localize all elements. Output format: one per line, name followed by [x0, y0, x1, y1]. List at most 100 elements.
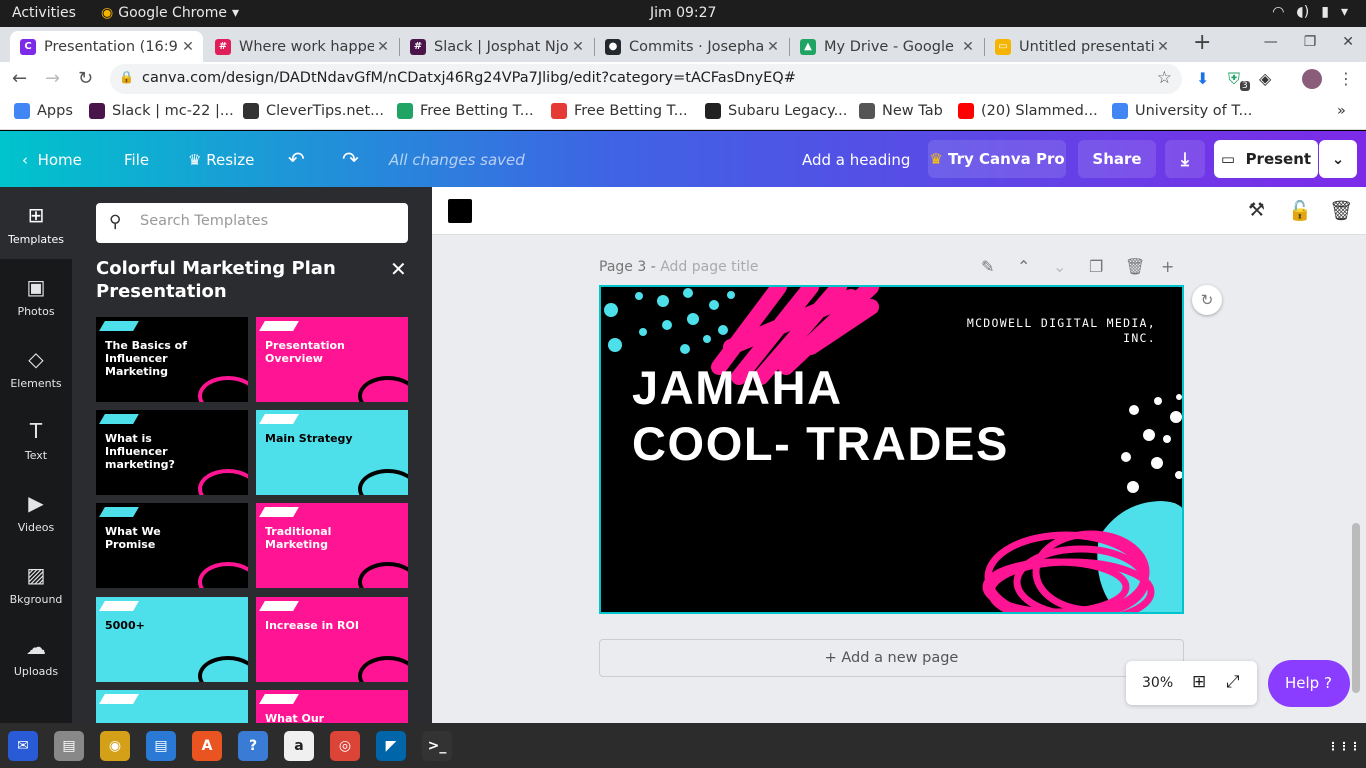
maximize-button[interactable]: ❐	[1304, 34, 1317, 50]
duplicate-page-icon[interactable]: ❐	[1089, 257, 1103, 276]
bookmark-item[interactable]: (20) Slammed...	[958, 103, 1098, 119]
bookmark-item[interactable]: Subaru Legacy...	[705, 103, 847, 119]
present-dropdown-button[interactable]: ⌄	[1319, 140, 1357, 178]
rail-item-text[interactable]: T Text	[0, 403, 72, 475]
rail-item-templates[interactable]: ⊞ Templates	[0, 187, 72, 259]
bookmark-item[interactable]: CleverTips.net...	[243, 103, 384, 119]
rail-item-bkground[interactable]: ▨ Bkground	[0, 547, 72, 619]
template-thumbnail[interactable]: The Basics of Influencer Marketing	[96, 317, 248, 402]
refresh-comments-icon[interactable]: ↻	[1192, 285, 1222, 315]
zoom-level[interactable]: 30%	[1142, 675, 1173, 691]
bookmark-item[interactable]: University of T...	[1112, 103, 1252, 119]
share-button[interactable]: Share	[1078, 140, 1156, 178]
add-heading-button[interactable]: Add a heading	[802, 151, 910, 169]
help-icon[interactable]: ?	[238, 731, 268, 761]
undo-button[interactable]: ↶	[288, 147, 305, 171]
files-icon[interactable]: ▤	[54, 731, 84, 761]
bookmark-item[interactable]: Free Betting T...	[551, 103, 688, 119]
search-templates-input[interactable]: ⚲ Search Templates	[96, 203, 408, 243]
template-thumbnail[interactable]: Traditional Marketing	[256, 503, 408, 588]
template-thumbnail[interactable]: What Our Clients Say	[256, 690, 408, 723]
template-thumbnail[interactable]: Presentation Overview	[256, 317, 408, 402]
close-tab-icon[interactable]: ✕	[569, 39, 587, 55]
activities-button[interactable]: Activities	[12, 5, 76, 21]
clock[interactable]: Jim 09:27	[650, 5, 716, 21]
browser-tab[interactable]: ▲ My Drive - Google Drive✕	[790, 31, 983, 62]
page-title-input[interactable]: Add page title	[660, 259, 758, 275]
present-button[interactable]: ▭ Present	[1214, 140, 1318, 178]
bookmark-item[interactable]: New Tab	[859, 103, 943, 119]
slide-org-name[interactable]: MCDOWELL DIGITAL MEDIA, INC.	[956, 316, 1156, 346]
browser-tab[interactable]: ● Commits · Josephat ✕	[595, 31, 788, 62]
browser-tab[interactable]: ▭ Untitled presentation✕	[985, 31, 1178, 62]
move-up-icon[interactable]: ⌃	[1017, 257, 1030, 276]
reload-button[interactable]: ↻	[78, 68, 93, 89]
cube-extension-icon[interactable]: ◈	[1259, 69, 1271, 88]
shield-extension-icon[interactable]: ⛨ 3	[1228, 69, 1250, 92]
template-thumbnail[interactable]	[96, 690, 248, 723]
chrome-icon[interactable]: ◎	[330, 731, 360, 761]
system-tray[interactable]: ◠ ◖) ▮ ▾	[1272, 4, 1348, 20]
slide-title[interactable]: JAMAHA COOL- TRADES	[632, 360, 1009, 472]
minimize-button[interactable]: —	[1264, 34, 1278, 50]
terminal-icon[interactable]: >_	[422, 731, 452, 761]
fullscreen-icon[interactable]: ⤢	[1226, 672, 1240, 692]
close-tab-icon[interactable]: ✕	[1154, 39, 1172, 55]
url-field[interactable]: 🔒 canva.com/design/DADtNdavGfM/nCDatxj46…	[110, 64, 1182, 94]
lock-icon[interactable]: 🔓	[1288, 199, 1312, 222]
trash-icon[interactable]: 🗑	[1329, 199, 1353, 222]
thunderbird-icon[interactable]: ✉	[8, 731, 38, 761]
back-button[interactable]: ←	[12, 68, 27, 89]
color-swatch[interactable]	[448, 199, 472, 223]
amazon-icon[interactable]: a	[284, 731, 314, 761]
close-tab-icon[interactable]: ✕	[179, 39, 197, 55]
delete-page-icon[interactable]: 🗑	[1125, 257, 1145, 276]
home-button[interactable]: ‹ Home	[22, 151, 82, 169]
bookmark-star-icon[interactable]: ☆	[1157, 68, 1172, 88]
menu-icon[interactable]: ⋮	[1338, 69, 1354, 88]
slide-canvas[interactable]: MCDOWELL DIGITAL MEDIA, INC. JAMAHA COOL-…	[599, 285, 1184, 614]
rhythmbox-icon[interactable]: ◉	[100, 731, 130, 761]
bookmark-item[interactable]: Free Betting T...	[397, 103, 534, 119]
new-tab-button[interactable]: +	[1193, 30, 1211, 55]
file-menu-button[interactable]: File	[124, 151, 149, 169]
close-tab-icon[interactable]: ✕	[764, 39, 782, 55]
add-page-icon[interactable]: +	[1161, 257, 1174, 276]
rail-item-videos[interactable]: ▶ Videos	[0, 475, 72, 547]
paint-roller-icon[interactable]: ⚒	[1248, 199, 1265, 221]
bookmark-item[interactable]: Slack | mc-22 |...	[89, 103, 234, 119]
page-notes-icon[interactable]: ✎	[981, 257, 994, 276]
close-window-button[interactable]: ✕	[1342, 34, 1354, 50]
bookmark-item[interactable]: Apps	[14, 103, 73, 119]
try-canva-pro-button[interactable]: ♛ Try Canva Pro	[928, 140, 1066, 178]
redo-button[interactable]: ↷	[342, 147, 359, 171]
template-thumbnail[interactable]: What We Promise	[96, 503, 248, 588]
help-button[interactable]: Help ?	[1268, 660, 1350, 707]
move-down-icon[interactable]: ⌄	[1053, 257, 1066, 276]
forward-button[interactable]: →	[45, 68, 60, 89]
download-extension-icon[interactable]: ⬇	[1196, 69, 1209, 88]
rail-item-photos[interactable]: ▣ Photos	[0, 259, 72, 331]
add-new-page-button[interactable]: + Add a new page	[599, 639, 1184, 677]
app-menu[interactable]: ◉ Google Chrome ▾	[101, 5, 239, 21]
rail-item-uploads[interactable]: ☁ Uploads	[0, 619, 72, 691]
download-button[interactable]: ⤓	[1165, 140, 1205, 178]
rail-item-elements[interactable]: ◇ Elements	[0, 331, 72, 403]
close-tab-icon[interactable]: ✕	[374, 39, 392, 55]
template-thumbnail[interactable]: Main Strategy	[256, 410, 408, 495]
resize-button[interactable]: ♛ Resize	[188, 151, 254, 169]
writer-icon[interactable]: ▤	[146, 731, 176, 761]
close-tab-icon[interactable]: ✕	[959, 39, 977, 55]
template-thumbnail[interactable]: What is Influencer marketing?	[96, 410, 248, 495]
close-panel-icon[interactable]: ✕	[390, 257, 407, 281]
browser-tab[interactable]: # Where work happens✕	[205, 31, 398, 62]
software-icon[interactable]: A	[192, 731, 222, 761]
vscode-icon[interactable]: ◤	[376, 731, 406, 761]
browser-tab[interactable]: # Slack | Josphat Njoroge✕	[400, 31, 593, 62]
template-thumbnail[interactable]: 5000+	[96, 597, 248, 682]
avatar[interactable]	[1302, 69, 1322, 89]
more-bookmarks-button[interactable]: »	[1337, 103, 1346, 119]
show-apps-icon[interactable]: ⋮⋮⋮	[1328, 731, 1361, 761]
browser-tab[interactable]: C Presentation (16:9) ✕	[10, 31, 203, 62]
template-thumbnail[interactable]: Increase in ROI	[256, 597, 408, 682]
